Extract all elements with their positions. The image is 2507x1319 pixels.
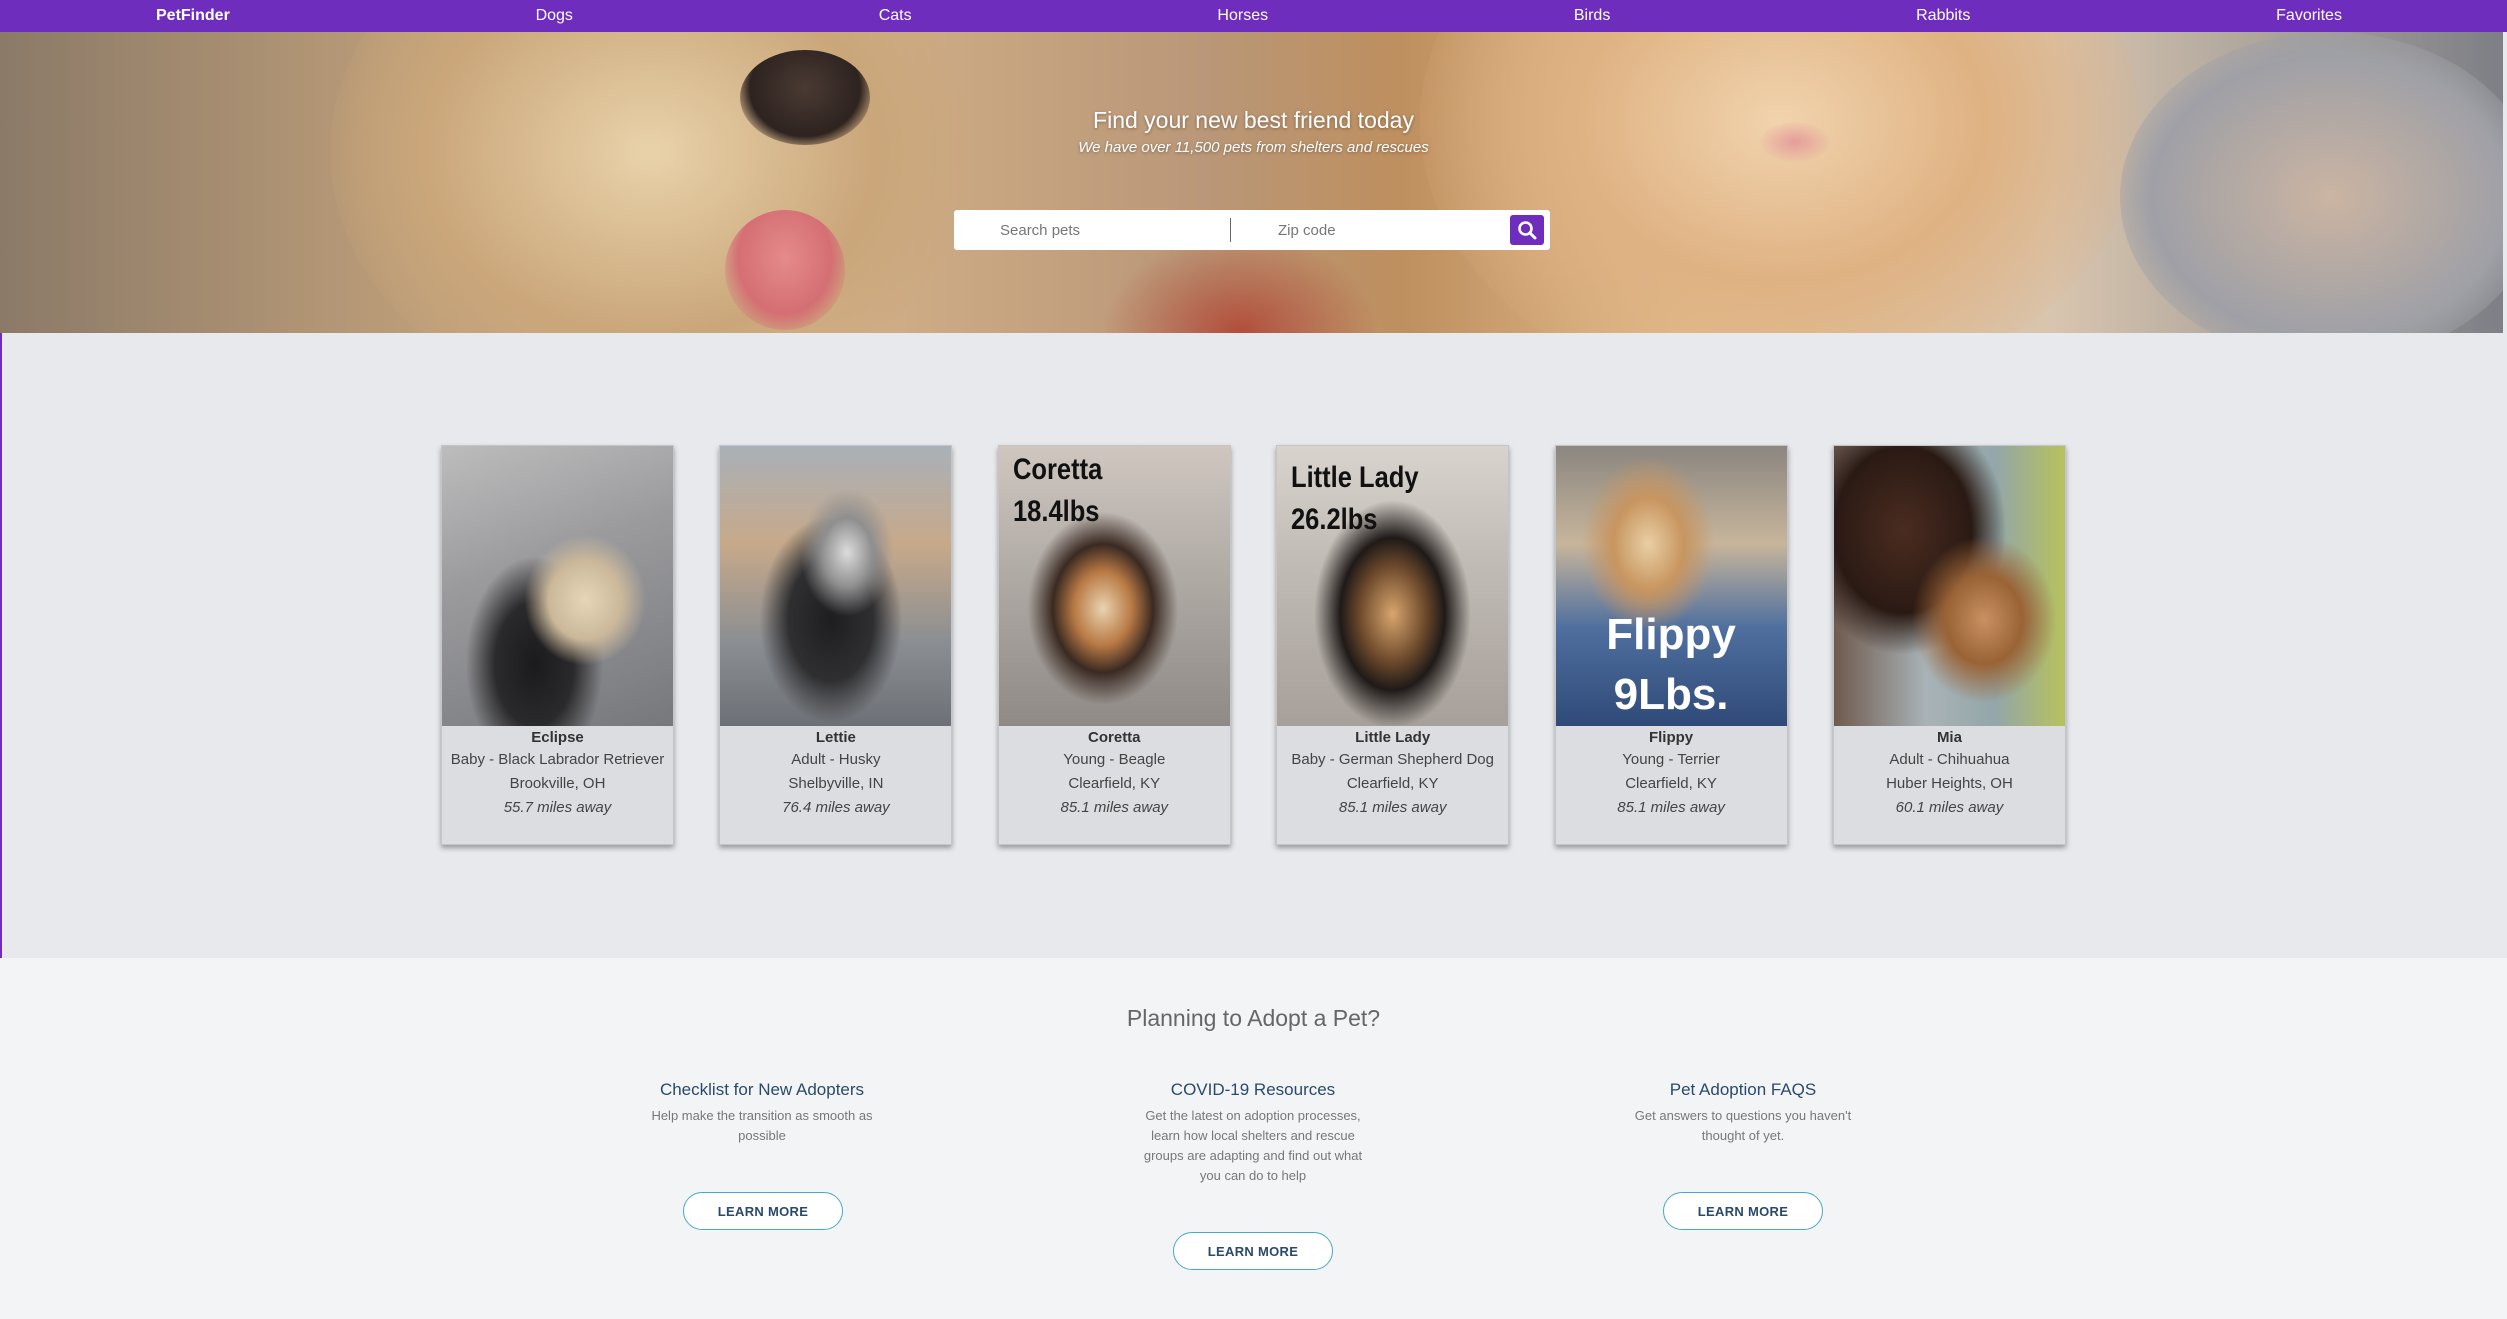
pet-description: Adult - Husky: [791, 751, 881, 768]
pet-description: Young - Terrier: [1622, 751, 1720, 768]
nav-favorites[interactable]: Favorites: [2276, 7, 2342, 25]
page-edge: [0, 333, 2, 958]
pet-photo-weight: 18.4lbs: [1012, 495, 1100, 528]
pet-photo-weight: 26.2lbs: [1291, 503, 1378, 536]
pet-name: Lettie: [815, 729, 856, 746]
pet-card-lettie[interactable]: Lettie Adult - Husky Shelbyville, IN 76.…: [719, 445, 953, 845]
pet-name: Little Lady: [1355, 729, 1431, 746]
pet-distance: 76.4 miles away: [782, 799, 890, 816]
adopt-section: Planning to Adopt a Pet? Checklist for N…: [0, 958, 2507, 1319]
pet-photo: [720, 446, 952, 726]
pet-name: Eclipse: [531, 729, 584, 746]
hero-hand: [2120, 32, 2503, 333]
nav-dogs[interactable]: Dogs: [536, 7, 573, 25]
pet-distance: 60.1 miles away: [1895, 799, 2004, 816]
checklist-learn-more-button[interactable]: LEARN MORE: [683, 1192, 843, 1230]
pet-name: Coretta: [1088, 729, 1141, 746]
adopt-heading: Planning to Adopt a Pet?: [1126, 1005, 1381, 1031]
pet-description: Baby - Black Labrador Retriever: [450, 751, 665, 768]
covid-title[interactable]: COVID-19 Resources: [1133, 1080, 1373, 1100]
nav-rabbits[interactable]: Rabbits: [1916, 7, 1970, 25]
faqs-learn-more-button[interactable]: LEARN MORE: [1663, 1192, 1823, 1230]
covid-learn-more-button[interactable]: LEARN MORE: [1173, 1232, 1333, 1270]
pet-distance: 85.1 miles away: [1060, 799, 1169, 816]
pet-location: Brookville, OH: [509, 775, 606, 792]
covid-text: Get the latest on adoption processes, le…: [1143, 1108, 1363, 1183]
pet-description: Young - Beagle: [1063, 751, 1166, 768]
pet-description: Adult - Chihuahua: [1889, 751, 2010, 768]
pet-distance: 85.1 miles away: [1617, 799, 1725, 816]
pet-name: Mia: [1936, 729, 1962, 746]
pet-description: Baby - German Shepherd Dog: [1291, 751, 1494, 768]
pet-location: Clearfield, KY: [1625, 775, 1717, 792]
search-bar: [954, 210, 1550, 250]
pet-location: Clearfield, KY: [1346, 775, 1439, 792]
faqs-title[interactable]: Pet Adoption FAQS: [1623, 1080, 1863, 1100]
search-divider: [1230, 218, 1231, 242]
pet-photo-weight: 9Lbs.: [1613, 670, 1729, 719]
pet-card-coretta[interactable]: Coretta 18.4lbs Coretta Young - Beagle C…: [997, 445, 1231, 845]
pet-photo-caption: Coretta: [1012, 453, 1103, 486]
pet-card-flippy[interactable]: Flippy 9Lbs. Flippy Young - Terrier Clea…: [1554, 445, 1788, 845]
pet-photo: Little Lady 26.2lbs: [1277, 446, 1509, 726]
top-nav: PetFinder Dogs Cats Horses Birds Rabbits…: [0, 0, 2507, 32]
pet-distance: 85.1 miles away: [1338, 799, 1447, 816]
pet-location: Clearfield, KY: [1068, 775, 1161, 792]
nav-cats[interactable]: Cats: [879, 7, 912, 25]
pet-photo-caption: Flippy: [1606, 610, 1736, 659]
hero-dog-tongue: [725, 210, 845, 330]
hero-dog-image: [330, 32, 970, 333]
search-icon: [1518, 221, 1537, 240]
adopt-column-covid: COVID-19 Resources Get the latest on ado…: [1133, 1080, 1373, 1186]
hero-banner: Find your new best friend today We have …: [0, 32, 2503, 333]
search-pets-input[interactable]: [1000, 215, 1220, 245]
pet-photo-caption: Little Lady: [1291, 461, 1419, 494]
pet-name: Flippy: [1648, 729, 1694, 746]
pet-photo: [442, 446, 673, 726]
hero-subtitle: We have over 11,500 pets from shelters a…: [1078, 139, 1429, 156]
pet-distance: 55.7 miles away: [503, 799, 612, 816]
pet-photo: Coretta 18.4lbs: [998, 446, 1230, 726]
pet-photo: Flippy 9Lbs.: [1555, 446, 1787, 726]
hero-title: Find your new best friend today: [1093, 107, 1414, 133]
zip-code-input[interactable]: [1278, 215, 1498, 245]
search-button[interactable]: [1510, 215, 1544, 245]
nav-brand[interactable]: PetFinder: [156, 7, 230, 25]
nav-birds[interactable]: Birds: [1574, 7, 1610, 25]
pet-photo: [1833, 446, 2065, 726]
pet-location: Shelbyville, IN: [788, 775, 884, 792]
pet-card-list: Eclipse Baby - Black Labrador Retriever …: [441, 445, 2066, 845]
pet-location: Huber Heights, OH: [1886, 775, 2013, 792]
checklist-text: Help make the transition as smooth as po…: [651, 1108, 873, 1143]
nav-horses[interactable]: Horses: [1217, 7, 1268, 25]
adopt-column-checklist: Checklist for New Adopters Help make the…: [642, 1080, 882, 1146]
pet-card-mia[interactable]: Mia Adult - Chihuahua Huber Heights, OH …: [1832, 445, 2066, 845]
pet-card-eclipse[interactable]: Eclipse Baby - Black Labrador Retriever …: [441, 445, 674, 845]
adopt-column-faqs: Pet Adoption FAQS Get answers to questio…: [1623, 1080, 1863, 1146]
checklist-title[interactable]: Checklist for New Adopters: [642, 1080, 882, 1100]
pet-card-little-lady[interactable]: Little Lady 26.2lbs Little Lady Baby - G…: [1276, 445, 1510, 845]
faqs-text: Get answers to questions you haven't tho…: [1634, 1108, 1852, 1143]
hero-cat-image: [1420, 32, 2140, 333]
